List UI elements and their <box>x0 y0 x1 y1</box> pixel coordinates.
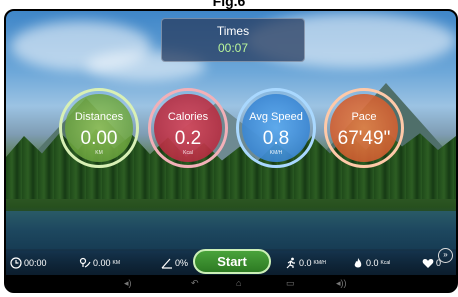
gauge-unit: Kcal <box>183 150 193 156</box>
gauge-value: 67'49" <box>337 128 391 149</box>
gauge-distances: Distances 0.00 KM <box>59 88 139 168</box>
stat-distance: 0.00 KM <box>79 257 120 269</box>
stat-calories-value: 0.0 <box>366 258 379 268</box>
times-panel: Times 00:07 <box>161 18 305 62</box>
back-icon[interactable]: ↶ <box>191 278 199 289</box>
gauge-label: Avg Speed <box>249 111 303 123</box>
stat-incline-value: 0% <box>175 258 189 268</box>
gauge-pace: Pace 67'49" <box>324 88 404 168</box>
gauge-value: 0.00 <box>80 128 118 149</box>
stat-time: 00:00 <box>10 257 47 269</box>
menu-toggle-icon[interactable]: » <box>438 248 453 263</box>
clock-icon <box>10 257 22 269</box>
gauge-unit: KM <box>95 150 103 156</box>
times-label: Times <box>216 24 250 38</box>
gauge-value: 0.8 <box>262 128 290 149</box>
gauge-calories: Calories 0.2 Kcal <box>148 88 228 168</box>
volume-up-icon[interactable]: ◂)) <box>336 278 347 289</box>
stat-calories: 0.0 Kcal <box>352 257 390 269</box>
stat-speed-unit: KM/H <box>313 260 327 266</box>
recent-apps-icon[interactable]: ▭ <box>286 278 295 289</box>
bottom-stats-bar: 00:00 0.00 KM 0% Start 0.0 KM/H 0.0 Kcal… <box>6 249 456 275</box>
heart-icon <box>422 259 434 268</box>
gauge-avg-speed: Avg Speed 0.8 KM/H <box>236 88 316 168</box>
incline-icon <box>161 258 172 269</box>
figure-caption: Fig.6 <box>212 0 246 9</box>
android-nav-bar: ◂) ↶ ⌂ ▭ ◂)) <box>6 275 456 291</box>
stat-time-value: 00:00 <box>24 258 47 268</box>
volume-icon[interactable]: ◂) <box>124 278 132 289</box>
stat-speed-value: 0.0 <box>299 258 312 268</box>
gauge-label: Calories <box>167 111 209 123</box>
start-button[interactable]: Start <box>193 249 271 274</box>
gauge-value: 0.2 <box>174 128 202 149</box>
times-value: 00:07 <box>217 41 249 55</box>
stat-distance-unit: KM <box>112 260 121 266</box>
stat-calories-unit: Kcal <box>380 260 391 266</box>
flame-icon <box>354 258 362 268</box>
lake <box>6 211 456 251</box>
treadmill-screen: Times 00:07 Distances 0.00 KM Calories 0… <box>4 9 458 293</box>
stat-speed: 0.0 KM/H <box>285 257 326 269</box>
stat-incline: 0% <box>161 257 188 269</box>
runner-icon <box>286 257 295 269</box>
gauge-label: Pace <box>351 111 377 123</box>
stat-distance-value: 0.00 <box>93 258 111 268</box>
gauge-unit: KM/H <box>269 150 283 156</box>
distance-icon <box>79 257 91 268</box>
home-icon[interactable]: ⌂ <box>236 278 241 288</box>
gauge-label: Distances <box>74 111 124 123</box>
